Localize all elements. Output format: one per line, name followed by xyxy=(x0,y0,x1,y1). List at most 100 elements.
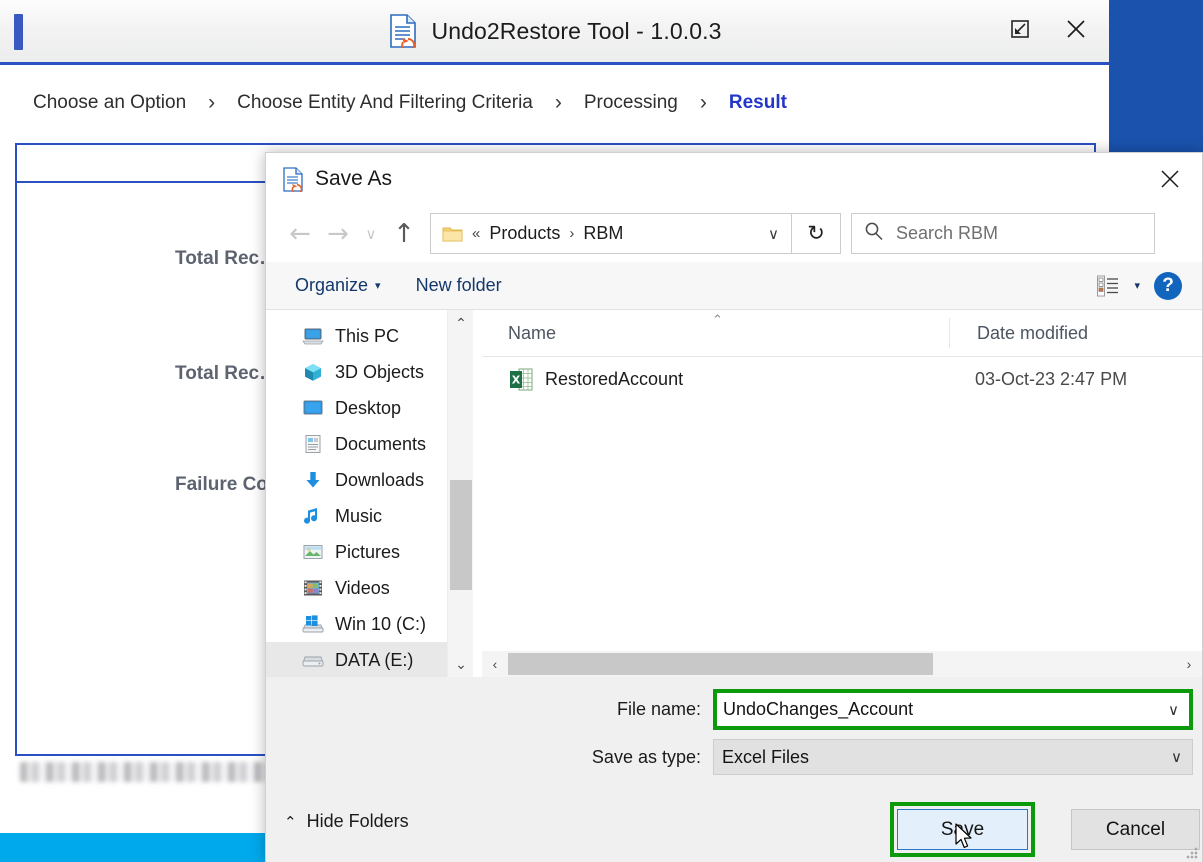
sidebar-label: Downloads xyxy=(335,469,425,490)
search-icon xyxy=(864,221,884,246)
file-name-input[interactable] xyxy=(717,693,1159,726)
sidebar-label: Pictures xyxy=(335,541,401,562)
help-button[interactable]: ? xyxy=(1154,271,1182,300)
save-as-document-icon xyxy=(282,166,304,194)
wizard-breadcrumb: Choose an Option › Choose Entity And Fil… xyxy=(0,65,1109,140)
column-header-name[interactable]: Name xyxy=(508,323,949,344)
sidebar-label: Documents xyxy=(335,433,427,454)
scrollbar-thumb[interactable] xyxy=(508,653,933,675)
address-prefix: « xyxy=(472,225,481,242)
save-as-type-value: Excel Files xyxy=(722,746,810,767)
save-button[interactable]: Save xyxy=(897,809,1028,850)
search-input[interactable]: Search RBM xyxy=(851,213,1155,254)
cancel-button[interactable]: Cancel xyxy=(1071,809,1200,850)
wizard-step-choose-entity[interactable]: Choose Entity And Filtering Criteria xyxy=(237,92,533,114)
file-date-cell: 03-Oct-23 2:47 PM xyxy=(975,368,1128,389)
nav-pane-scrollbar[interactable]: ⌃ ⌄ xyxy=(447,310,473,677)
address-dropdown-icon[interactable]: ∨ xyxy=(768,225,785,243)
videos-icon xyxy=(302,578,324,598)
desktop-icon xyxy=(302,398,324,418)
command-bar-right: ▾ ? xyxy=(1096,271,1202,300)
sort-ascending-icon: ⌃ xyxy=(712,312,723,327)
resize-grip[interactable] xyxy=(1186,847,1199,860)
breadcrumb-rbm[interactable]: RBM xyxy=(583,223,623,244)
folder-icon xyxy=(442,225,463,242)
wizard-step-processing[interactable]: Processing xyxy=(584,92,678,114)
save-as-type-dropdown-icon[interactable]: ∨ xyxy=(1161,748,1192,766)
up-one-level-button[interactable]: ↑ xyxy=(388,218,420,250)
new-folder-label: New folder xyxy=(415,275,502,295)
scroll-right-icon[interactable]: › xyxy=(1176,651,1202,677)
excel-file-icon: X xyxy=(510,367,533,392)
recent-locations-button[interactable]: ∨ xyxy=(360,218,382,250)
pc-icon xyxy=(302,326,324,346)
sidebar-label: Videos xyxy=(335,577,390,598)
breadcrumb-products[interactable]: Products xyxy=(489,223,560,244)
sidebar-item-win10-c[interactable]: Win 10 (C:) xyxy=(266,606,473,642)
save-as-type-select[interactable]: Excel Files ∨ xyxy=(713,739,1193,775)
forward-button[interactable]: → xyxy=(322,218,354,250)
dialog-address-row: ← → ∨ ↑ « Products › RBM ∨ ↻ Search RBM xyxy=(266,205,1202,262)
sidebar-label: Music xyxy=(335,505,383,526)
refresh-button[interactable]: ↻ xyxy=(792,213,841,254)
view-dropdown-icon[interactable]: ▾ xyxy=(1134,279,1140,292)
dialog-title-bar: Save As xyxy=(266,153,1202,205)
sidebar-item-downloads[interactable]: Downloads xyxy=(266,462,473,498)
dialog-command-bar: Organize ▾ New folder ▾ ? xyxy=(266,262,1202,310)
wizard-step-result[interactable]: Result xyxy=(729,92,787,114)
address-bar[interactable]: « Products › RBM ∨ xyxy=(430,213,792,254)
sidebar-item-3d-objects[interactable]: 3D Objects xyxy=(266,354,473,390)
back-button[interactable]: ← xyxy=(284,218,316,250)
hide-folders-toggle[interactable]: ⌃ Hide Folders xyxy=(284,811,409,832)
scroll-down-icon[interactable]: ⌄ xyxy=(448,651,474,677)
wizard-separator-icon: › xyxy=(699,90,707,114)
navigation-pane: This PC 3D Objects Desktop Documents Dow… xyxy=(266,310,473,678)
wizard-separator-icon: › xyxy=(554,90,562,114)
save-as-dialog: Save As ← → ∨ ↑ « Products › RBM ∨ ↻ Sea… xyxy=(265,152,1203,862)
wizard-step-choose-option[interactable]: Choose an Option xyxy=(33,92,186,114)
dialog-close-button[interactable] xyxy=(1148,160,1192,198)
drive-icon xyxy=(302,650,324,670)
connection-status-text xyxy=(20,762,280,782)
sidebar-item-this-pc[interactable]: This PC xyxy=(266,318,473,354)
file-name-highlight: ∨ xyxy=(713,689,1193,730)
save-button-highlight: Save xyxy=(890,802,1035,857)
save-as-type-row: Save as type: Excel Files ∨ xyxy=(266,739,1202,775)
restore-down-button[interactable] xyxy=(1005,14,1035,44)
search-placeholder: Search RBM xyxy=(896,223,999,243)
3d-objects-icon xyxy=(302,362,324,382)
screen-root: Undo2Restore Tool - 1.0.0.3 Choose an Op… xyxy=(0,0,1203,862)
dialog-title-text: Save As xyxy=(315,167,393,190)
undo-document-icon xyxy=(388,14,418,52)
save-as-type-label: Save as type: xyxy=(591,746,701,767)
app-title-group: Undo2Restore Tool - 1.0.0.3 xyxy=(0,0,1109,62)
window-controls xyxy=(1005,14,1091,44)
close-window-button[interactable] xyxy=(1061,14,1091,44)
file-name-row: File name: ∨ xyxy=(266,689,1202,730)
new-folder-button[interactable]: New folder xyxy=(416,275,502,296)
table-row[interactable]: X RestoredAccount 03-Oct-23 2:47 PM xyxy=(482,357,1202,401)
pictures-icon xyxy=(302,542,324,562)
scrollbar-thumb[interactable] xyxy=(450,480,472,590)
change-view-icon[interactable] xyxy=(1096,274,1120,298)
file-list-horizontal-scrollbar[interactable]: ‹ › xyxy=(482,651,1202,677)
downloads-icon xyxy=(302,470,324,490)
column-header-date-modified[interactable]: Date modified xyxy=(949,318,1088,348)
file-name-label: File name: xyxy=(616,699,701,719)
scroll-left-icon[interactable]: ‹ xyxy=(482,651,508,677)
sidebar-item-pictures[interactable]: Pictures xyxy=(266,534,473,570)
organize-label: Organize xyxy=(295,275,369,295)
chevron-down-icon: ▾ xyxy=(375,280,381,292)
pane-splitter[interactable] xyxy=(473,310,482,677)
file-list-header: ⌃ Name Date modified xyxy=(482,310,1202,357)
sidebar-item-data-e[interactable]: DATA (E:) xyxy=(266,642,473,678)
drive-icon xyxy=(302,614,324,634)
file-name-dropdown-icon[interactable]: ∨ xyxy=(1158,701,1189,719)
sidebar-item-documents[interactable]: Documents xyxy=(266,426,473,462)
music-icon xyxy=(302,506,324,526)
sidebar-item-desktop[interactable]: Desktop xyxy=(266,390,473,426)
organize-button[interactable]: Organize ▾ xyxy=(295,275,381,296)
sidebar-item-music[interactable]: Music xyxy=(266,498,473,534)
sidebar-item-videos[interactable]: Videos xyxy=(266,570,473,606)
scroll-up-icon[interactable]: ⌃ xyxy=(448,310,474,336)
